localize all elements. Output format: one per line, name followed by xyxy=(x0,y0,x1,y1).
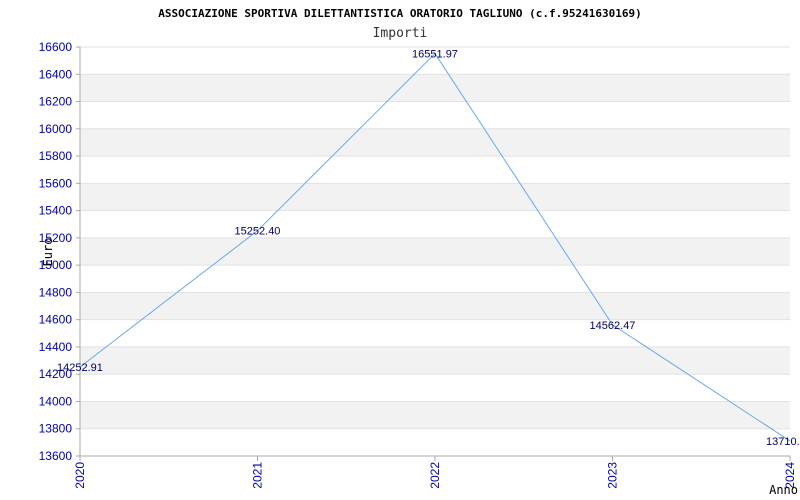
chart-subtitle: Importi xyxy=(373,26,428,41)
y-axis-label: Euro xyxy=(41,238,55,267)
y-tick-label: 15600 xyxy=(39,176,73,190)
y-tick-label: 16600 xyxy=(39,40,73,54)
y-tick-label: 16200 xyxy=(39,95,73,109)
x-tick-label: 2023 xyxy=(606,462,620,489)
data-label: 14252.91 xyxy=(57,362,103,374)
data-label: 16551.97 xyxy=(412,49,458,61)
y-tick-label: 15800 xyxy=(39,149,73,163)
x-tick-label: 2021 xyxy=(251,462,265,489)
grid-band xyxy=(80,183,790,211)
grid-band xyxy=(80,74,790,102)
y-tick-label: 14600 xyxy=(39,313,73,327)
y-tick-label: 15400 xyxy=(39,204,73,218)
chart-title: ASSOCIAZIONE SPORTIVA DILETTANTISTICA OR… xyxy=(158,7,641,20)
x-tick-label: 2020 xyxy=(73,462,87,489)
grid-bands xyxy=(80,74,790,429)
y-tick-label: 16400 xyxy=(39,67,73,81)
grid-band xyxy=(80,346,790,375)
x-tick-labels: 2020 2021 2022 2023 2024 xyxy=(73,456,797,489)
chart: 1360013800140001420014400146001480015000… xyxy=(39,7,800,497)
y-tick-label: 14400 xyxy=(39,340,73,354)
y-tick-label: 13800 xyxy=(39,422,73,436)
y-tick-label: 14800 xyxy=(39,285,73,299)
data-label: 13710.3 xyxy=(766,436,800,448)
y-tick-label: 14000 xyxy=(39,394,73,408)
y-tick-label: 13600 xyxy=(39,449,73,463)
data-label: 15252.40 xyxy=(235,226,281,238)
grid-band xyxy=(80,237,790,266)
grid-band xyxy=(80,292,790,320)
y-tick-label: 16000 xyxy=(39,122,73,136)
grid-band xyxy=(80,401,790,429)
grid-band xyxy=(80,128,790,157)
data-label: 14562.47 xyxy=(590,320,636,332)
x-tick-label: 2022 xyxy=(428,462,442,489)
x-axis-label: Anno xyxy=(769,483,798,497)
